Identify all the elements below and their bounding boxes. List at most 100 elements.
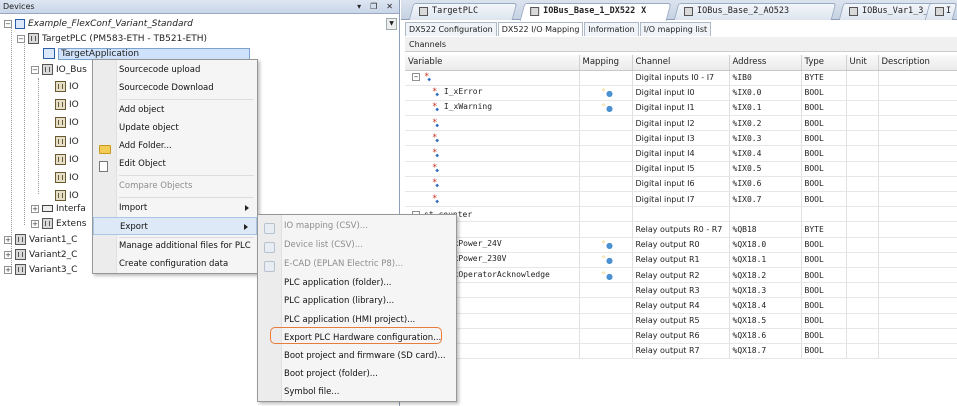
- cell-description[interactable]: [878, 70, 957, 86]
- tree-node-project[interactable]: − Example_FlexConf_Variant_Standard: [4, 18, 193, 31]
- cell-unit[interactable]: [846, 130, 879, 147]
- menu-item-symbol-file[interactable]: Symbol file...: [258, 383, 456, 401]
- table-row[interactable]: * I_xError ● Digital input I0%IX0.0BOOL: [405, 85, 957, 101]
- cell-description[interactable]: [878, 267, 957, 284]
- tree-node-io[interactable]: IO: [55, 172, 79, 185]
- tree-node-iobus[interactable]: − IO_Bus: [31, 64, 87, 77]
- table-row[interactable]: * Relay outputs R0 - R7%QB18BYTE: [405, 221, 957, 238]
- cell-unit[interactable]: [846, 297, 879, 314]
- tree-node-interfaces[interactable]: + Interfa: [31, 203, 86, 216]
- table-row[interactable]: * Relay output R4%QX18.4BOOL: [405, 297, 957, 314]
- tree-node-io[interactable]: IO: [55, 117, 79, 130]
- cell-unit[interactable]: [846, 206, 879, 223]
- cell-variable[interactable]: * I_xWarning: [405, 100, 580, 117]
- cell-description[interactable]: [878, 191, 957, 208]
- table-row[interactable]: * Relay output R3%QX18.3BOOL: [405, 282, 957, 299]
- column-header-mapping[interactable]: Mapping: [579, 55, 633, 71]
- cell-variable[interactable]: * I_xError: [405, 85, 580, 101]
- table-row[interactable]: −st counter: [405, 206, 957, 223]
- cell-unit[interactable]: [846, 85, 879, 101]
- tab-iobus-base-2-ao523[interactable]: IOBus_Base_2_AO523: [673, 3, 837, 20]
- menu-item-update-object[interactable]: Update object: [93, 119, 257, 137]
- cell-variable[interactable]: − *: [405, 70, 580, 86]
- table-row[interactable]: * I_xWarning ● Digital input I1%IX0.1BOOL: [405, 100, 957, 117]
- table-row[interactable]: * Digital input I6%IX0.6BOOL: [405, 176, 957, 193]
- cell-unit[interactable]: [846, 100, 879, 117]
- cell-unit[interactable]: [846, 161, 879, 177]
- table-row[interactable]: * Relay output R7%QX18.7BOOL: [405, 343, 957, 360]
- collapse-icon[interactable]: −: [4, 19, 12, 28]
- cell-description[interactable]: [878, 221, 957, 238]
- cell-unit[interactable]: [846, 237, 879, 253]
- tree-node-targetplc[interactable]: − TargetPLC (PM583-ETH - TB521-ETH): [17, 33, 207, 46]
- table-row[interactable]: * Relay output R5%QX18.5BOOL: [405, 313, 957, 329]
- table-row[interactable]: * Digital input I2%IX0.2BOOL: [405, 115, 957, 132]
- table-row[interactable]: * O_xPower_230V●Relay output R1%QX18.1BO…: [405, 252, 957, 268]
- cell-description[interactable]: [878, 130, 957, 147]
- column-header-channel[interactable]: Channel: [632, 55, 730, 71]
- tab-iobus-base-1-dx522[interactable]: IOBus_Base_1_DX522 X: [519, 3, 672, 21]
- tree-node-variant2[interactable]: + Variant2_C: [4, 249, 77, 262]
- expand-icon[interactable]: +: [4, 235, 12, 244]
- cell-description[interactable]: [878, 252, 957, 268]
- cell-variable[interactable]: *: [405, 161, 580, 177]
- cell-description[interactable]: [878, 328, 957, 344]
- cell-description[interactable]: [878, 115, 957, 132]
- menu-item-manage-additional-files[interactable]: Manage additional files for PLC: [93, 237, 257, 255]
- tree-node-io[interactable]: IO: [55, 190, 79, 203]
- menu-item-boot-project-folder[interactable]: Boot project (folder)...: [258, 365, 456, 383]
- cell-unit[interactable]: [846, 267, 879, 284]
- cell-unit[interactable]: [846, 313, 879, 329]
- cell-variable[interactable]: *: [405, 130, 580, 147]
- close-tab-icon[interactable]: X: [641, 4, 646, 19]
- tree-node-io[interactable]: IO: [55, 136, 79, 149]
- menu-item-boot-project-firmware-sd[interactable]: Boot project and firmware (SD card)...: [258, 347, 456, 365]
- cell-description[interactable]: [878, 343, 957, 360]
- menu-item-sourcecode-upload[interactable]: Sourcecode upload: [93, 61, 257, 79]
- collapse-icon[interactable]: −: [31, 65, 39, 74]
- cell-description[interactable]: [878, 282, 957, 299]
- tree-node-io[interactable]: IO: [55, 99, 79, 112]
- collapse-icon[interactable]: −: [17, 34, 25, 43]
- column-header-address[interactable]: Address: [729, 55, 802, 71]
- close-icon[interactable]: ✕: [386, 2, 393, 11]
- cell-description[interactable]: [878, 145, 957, 162]
- table-row[interactable]: * O_xOperatorAcknowledge●Relay output R2…: [405, 267, 957, 284]
- tab-information[interactable]: Information: [584, 22, 639, 36]
- tab-io-mapping-list[interactable]: I/O mapping list: [639, 22, 712, 36]
- cell-description[interactable]: [878, 85, 957, 101]
- tab-overflow[interactable]: I: [924, 3, 957, 20]
- column-header-type[interactable]: Type: [801, 55, 847, 71]
- expand-icon[interactable]: +: [4, 250, 12, 259]
- menu-item-plc-application-library[interactable]: PLC application (library)...: [258, 292, 456, 310]
- cell-unit[interactable]: [846, 191, 879, 208]
- table-row[interactable]: * Digital input I7%IX0.7BOOL: [405, 191, 957, 208]
- cell-unit[interactable]: [846, 115, 879, 132]
- menu-item-add-folder[interactable]: Add Folder...: [93, 137, 257, 155]
- cell-unit[interactable]: [846, 343, 879, 360]
- tree-node-io[interactable]: IO: [55, 154, 79, 167]
- collapse-icon[interactable]: −: [412, 73, 420, 82]
- menu-item-export[interactable]: Export: [93, 217, 257, 235]
- tab-targetplc[interactable]: TargetPLC: [408, 3, 518, 20]
- tree-node-variant1[interactable]: + Variant1_C: [4, 234, 77, 247]
- pane-menu-icon[interactable]: ▾: [357, 2, 361, 11]
- table-row[interactable]: * O_xPower_24V●Relay output R0%QX18.0BOO…: [405, 237, 957, 253]
- expand-icon[interactable]: +: [31, 219, 39, 228]
- cell-description[interactable]: [878, 176, 957, 193]
- cell-unit[interactable]: [846, 70, 879, 86]
- menu-item-create-configuration-data[interactable]: Create configuration data: [93, 255, 257, 273]
- column-header-variable[interactable]: Variable: [405, 55, 580, 71]
- cell-unit[interactable]: [846, 252, 879, 268]
- menu-item-edit-object[interactable]: Edit Object: [93, 155, 257, 173]
- tab-dx522-io-mapping[interactable]: DX522 I/O Mapping: [497, 22, 584, 36]
- menu-item-add-object[interactable]: Add object: [93, 101, 257, 119]
- cell-unit[interactable]: [846, 221, 879, 238]
- table-row[interactable]: * Digital input I5%IX0.5BOOL: [405, 161, 957, 177]
- table-row[interactable]: * Digital input I3%IX0.3BOOL: [405, 130, 957, 147]
- cell-variable[interactable]: *: [405, 191, 580, 208]
- tree-node-variant3[interactable]: + Variant3_C: [4, 264, 77, 277]
- cell-variable[interactable]: *: [405, 115, 580, 132]
- menu-item-plc-application-folder[interactable]: PLC application (folder)...: [258, 274, 456, 292]
- menu-item-sourcecode-download[interactable]: Sourcecode Download: [93, 79, 257, 97]
